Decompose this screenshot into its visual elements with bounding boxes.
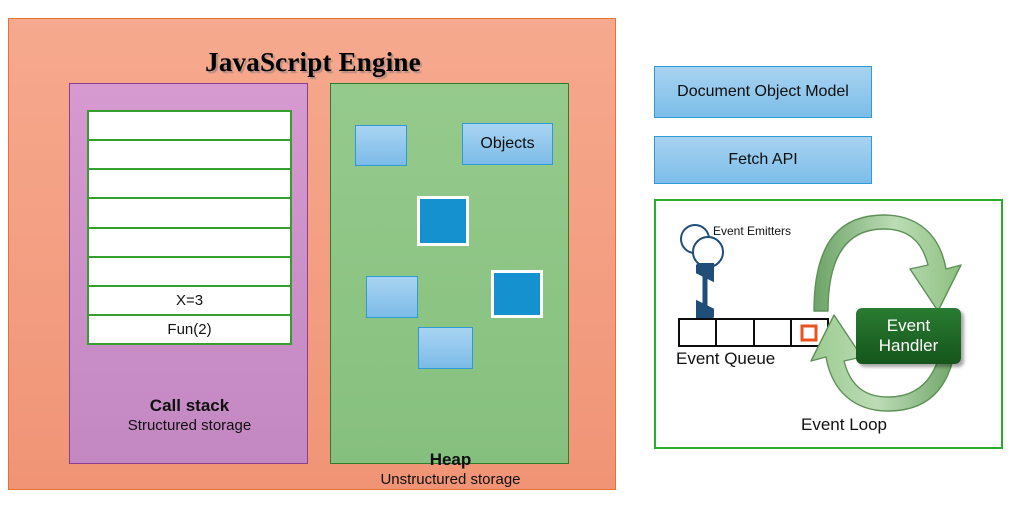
call-stack-title: Call stack bbox=[149, 396, 230, 415]
heap-title: Heap bbox=[429, 450, 472, 469]
event-queue-label: Event Queue bbox=[676, 349, 776, 368]
event-handler-line1: Event bbox=[886, 316, 931, 336]
call-stack-frame: Fun(2) bbox=[87, 313, 292, 345]
heap-object bbox=[418, 327, 473, 369]
call-stack-frames: X=3 Fun(2) bbox=[87, 110, 292, 345]
event-loop-label: Event Loop bbox=[801, 415, 888, 434]
call-stack-frame bbox=[87, 139, 292, 171]
diagram-canvas: JavaScript Engine X=3 Fun(2) Call stack S… bbox=[0, 0, 1024, 518]
engine-title: JavaScript Engine bbox=[205, 47, 421, 77]
heap-object bbox=[491, 270, 543, 318]
heap-object bbox=[366, 276, 418, 318]
event-loop-panel: Event Emitters Event Queue Event Handler… bbox=[654, 199, 1003, 449]
event-emitters-label: Event Emitters bbox=[713, 224, 792, 238]
call-stack-frame bbox=[87, 255, 292, 287]
heap-object bbox=[355, 125, 407, 166]
event-handler-box: Event Handler bbox=[856, 308, 961, 364]
heap-subtitle: Unstructured storage bbox=[380, 471, 521, 488]
double-arrow-icon bbox=[696, 263, 714, 319]
fetch-api-box: Fetch API bbox=[654, 136, 872, 184]
call-stack-frame bbox=[87, 226, 292, 258]
document-object-model-box: Document Object Model bbox=[654, 66, 872, 118]
heap-object bbox=[417, 196, 469, 246]
call-stack-subtitle: Structured storage bbox=[127, 417, 252, 434]
call-stack-frame bbox=[87, 197, 292, 229]
javascript-engine-panel: JavaScript Engine X=3 Fun(2) Call stack S… bbox=[8, 18, 616, 490]
call-stack-frame bbox=[87, 168, 292, 200]
call-stack-frame: X=3 bbox=[87, 284, 292, 316]
call-stack-frame bbox=[87, 110, 292, 142]
event-handler-line2: Handler bbox=[878, 336, 939, 355]
event-queue-cell bbox=[715, 318, 755, 347]
heap-panel: Objects Heap Unstructured storage bbox=[330, 83, 569, 488]
event-queue-cell bbox=[752, 318, 792, 347]
event-queue-cell bbox=[678, 318, 718, 347]
heap-object-labelled: Objects bbox=[462, 123, 553, 165]
call-stack-panel: X=3 Fun(2) Call stack Structured storage bbox=[69, 83, 308, 464]
event-queue bbox=[678, 318, 829, 347]
